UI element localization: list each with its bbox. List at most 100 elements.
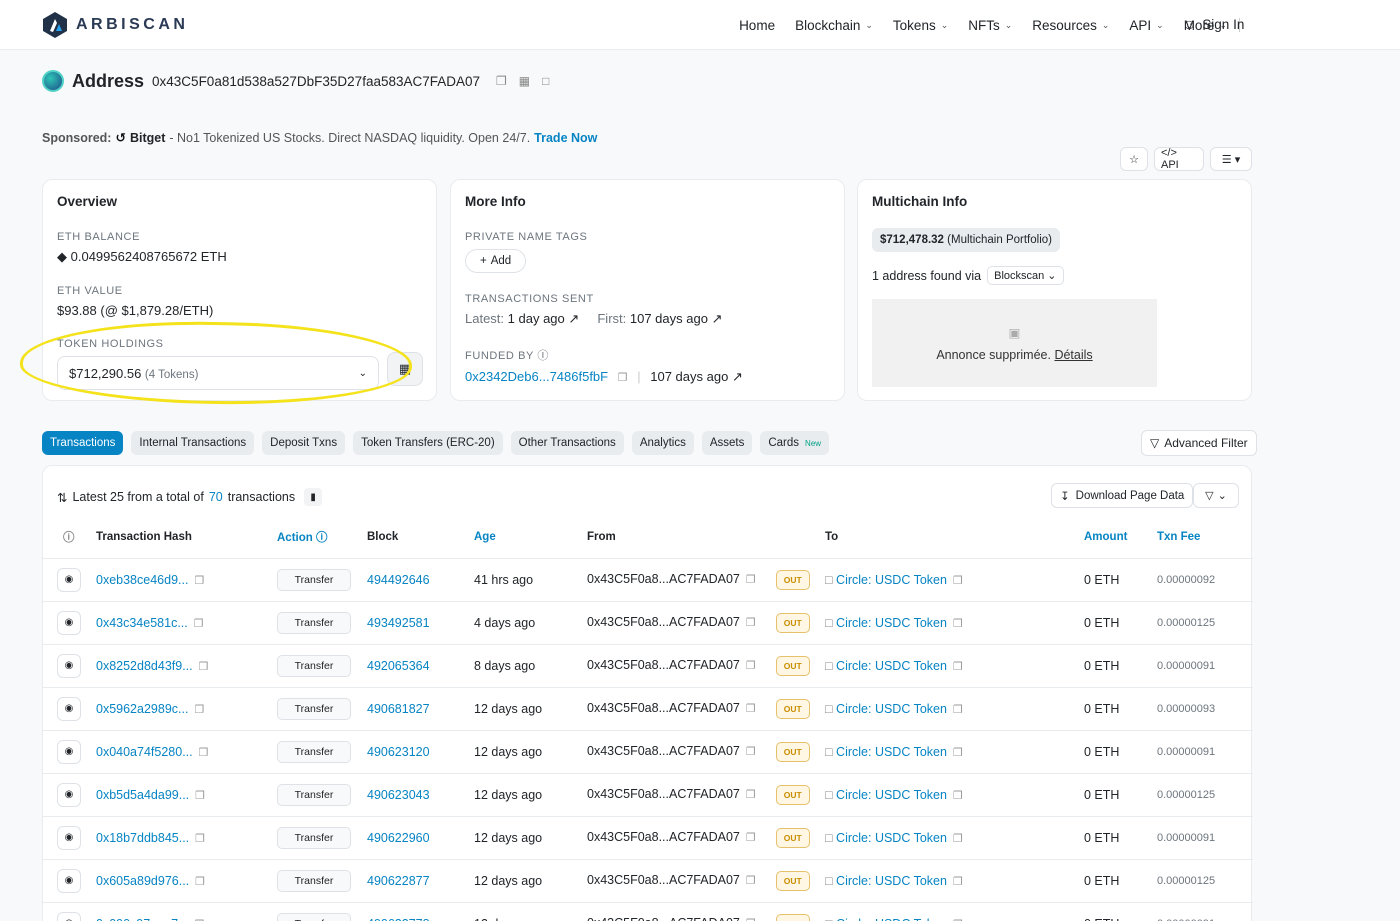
copy-icon[interactable]: ❐ (746, 875, 756, 887)
arbiscan-logo[interactable]: ARBISCAN (42, 11, 188, 39)
to-address-link[interactable]: Circle: USDC Token (836, 702, 947, 716)
favorite-button[interactable]: ☆ (1120, 147, 1148, 171)
tab-other-transactions[interactable]: Other Transactions (510, 431, 624, 455)
help-icon[interactable]: ⓘ (537, 350, 549, 362)
to-address-link[interactable]: Circle: USDC Token (836, 874, 947, 888)
total-tx-count[interactable]: 70 (209, 490, 223, 504)
eye-icon[interactable]: ◉ (57, 696, 81, 721)
col-amount[interactable]: Amount (1084, 516, 1157, 559)
copy-icon[interactable]: ❐ (746, 746, 756, 758)
nav-blockchain[interactable]: Blockchain ⌄ (785, 18, 883, 33)
eye-icon[interactable]: ◉ (57, 868, 81, 893)
copy-icon[interactable]: ❐ (194, 618, 204, 630)
to-address-link[interactable]: Circle: USDC Token (836, 745, 947, 759)
tab-cards[interactable]: Cards New (760, 431, 830, 455)
multichain-portfolio-link[interactable]: $712,478.32 (Multichain Portfolio) (872, 228, 1060, 252)
copy-icon[interactable]: ❐ (746, 574, 756, 586)
block-link[interactable]: 490623120 (367, 745, 430, 759)
latest-tx-link[interactable]: 1 day ago ↗ (508, 311, 580, 326)
copy-icon[interactable]: ❐ (746, 789, 756, 801)
nav-resources[interactable]: Resources ⌄ (1022, 18, 1119, 33)
to-address-link[interactable]: Circle: USDC Token (836, 616, 947, 630)
block-link[interactable]: 490622960 (367, 831, 430, 845)
advanced-filter-button[interactable]: ▽ Advanced Filter (1141, 430, 1257, 456)
tx-hash-link[interactable]: 0x5962a2989c... (96, 702, 188, 716)
tab-deposit-txns[interactable]: Deposit Txns (262, 431, 346, 455)
block-link[interactable]: 490622877 (367, 874, 430, 888)
nav-nfts[interactable]: NFTs ⌄ (958, 18, 1022, 33)
nav-home[interactable]: Home (729, 18, 785, 33)
copy-icon[interactable]: ❐ (195, 876, 205, 888)
funded-by-tx-link[interactable]: 107 days ago ↗ (650, 369, 743, 384)
tx-hash-link[interactable]: 0x605a89d976... (96, 874, 189, 888)
copy-icon[interactable]: ❐ (746, 918, 756, 921)
more-options-button[interactable]: ☰ ▾ (1210, 147, 1252, 171)
tx-hash-link[interactable]: 0x8252d8d43f9... (96, 659, 193, 673)
eye-icon[interactable]: ◉ (57, 739, 81, 764)
block-link[interactable]: 490681827 (367, 702, 430, 716)
tab-transactions[interactable]: Transactions (42, 431, 124, 455)
to-address-link[interactable]: Circle: USDC Token (836, 573, 947, 587)
help-icon[interactable]: ⓘ (63, 532, 75, 544)
copy-icon[interactable]: ❐ (618, 372, 628, 384)
copy-icon[interactable]: ❐ (953, 790, 963, 802)
copy-icon[interactable]: ❐ (953, 704, 963, 716)
copy-icon[interactable]: ❐ (194, 704, 204, 716)
copy-icon[interactable]: ❐ (195, 790, 205, 802)
funded-by-address[interactable]: 0x2342Deb6...7486f5fbF (465, 369, 608, 384)
tx-hash-link[interactable]: 0xeb38ce46d9... (96, 573, 188, 587)
eye-icon[interactable]: ◉ (57, 911, 81, 921)
tx-hash-link[interactable]: 0xb5d5a4da99... (96, 788, 189, 802)
ad-details-link[interactable]: Détails (1054, 348, 1092, 362)
copy-icon[interactable]: ❐ (746, 617, 756, 629)
tab-internal-transactions[interactable]: Internal Transactions (131, 431, 255, 455)
blockscan-dropdown[interactable]: Blockscan ⌄ (987, 266, 1064, 285)
copy-icon[interactable]: ❐ (746, 703, 756, 715)
copy-icon[interactable]: ❐ (746, 832, 756, 844)
block-link[interactable]: 490623043 (367, 788, 430, 802)
to-address-link[interactable]: Circle: USDC Token (836, 659, 947, 673)
eye-icon[interactable]: ◉ (57, 610, 81, 635)
copy-icon[interactable]: ❐ (746, 660, 756, 672)
bar-chart-icon[interactable]: ▮ (304, 488, 323, 506)
nav-api[interactable]: API ⌄ (1119, 18, 1173, 33)
copy-icon[interactable]: ❐ (953, 575, 963, 587)
trade-now-link[interactable]: Trade Now (534, 131, 597, 145)
copy-icon[interactable]: ❐ (199, 747, 209, 759)
eye-icon[interactable]: ◉ (57, 653, 81, 678)
copy-icon[interactable]: ❐ (953, 618, 963, 630)
tab-analytics[interactable]: Analytics (631, 431, 694, 455)
sign-in-link[interactable]: ☺ Sign In (1182, 16, 1244, 32)
block-link[interactable]: 493492581 (367, 616, 430, 630)
copy-icon[interactable]: ❐ (496, 74, 507, 88)
copy-icon[interactable]: ❐ (953, 876, 963, 888)
tx-hash-link[interactable]: 0x18b7ddb845... (96, 831, 189, 845)
copy-icon[interactable]: ❐ (194, 575, 204, 587)
eye-icon[interactable]: ◉ (57, 825, 81, 850)
to-address-link[interactable]: Circle: USDC Token (836, 788, 947, 802)
nav-tokens[interactable]: Tokens ⌄ (883, 18, 958, 33)
col-action[interactable]: Action ⓘ (277, 516, 367, 559)
block-link[interactable]: 492065364 (367, 659, 430, 673)
to-address-link[interactable]: Circle: USDC Token (836, 831, 947, 845)
eye-icon[interactable]: ◉ (57, 782, 81, 807)
download-page-data-button[interactable]: ↧ Download Page Data (1051, 483, 1194, 508)
add-tag-button[interactable]: + Add (465, 249, 527, 273)
block-link[interactable]: 494492646 (367, 573, 430, 587)
comment-icon[interactable]: □ (542, 74, 549, 88)
col-age[interactable]: Age (474, 516, 587, 559)
table-filter-button[interactable]: ▽ ⌄ (1193, 483, 1239, 508)
copy-icon[interactable]: ❐ (953, 747, 963, 759)
qr-code-icon[interactable]: ▦ (519, 74, 530, 88)
tx-hash-link[interactable]: 0x43c34e581c... (96, 616, 188, 630)
copy-icon[interactable]: ❐ (199, 661, 209, 673)
copy-icon[interactable]: ❐ (953, 661, 963, 673)
block-link[interactable]: 490622778 (367, 917, 430, 921)
col-txn-fee[interactable]: Txn Fee (1157, 516, 1253, 559)
first-tx-link[interactable]: 107 days ago ↗ (630, 311, 723, 326)
eye-icon[interactable]: ◉ (57, 567, 81, 592)
tab-token-transfers-erc-20[interactable]: Token Transfers (ERC-20) (353, 431, 503, 455)
tx-hash-link[interactable]: 0x040a74f5280... (96, 745, 193, 759)
copy-icon[interactable]: ❐ (195, 833, 205, 845)
tx-hash-link[interactable]: 0x090c97eea7... (96, 917, 188, 921)
